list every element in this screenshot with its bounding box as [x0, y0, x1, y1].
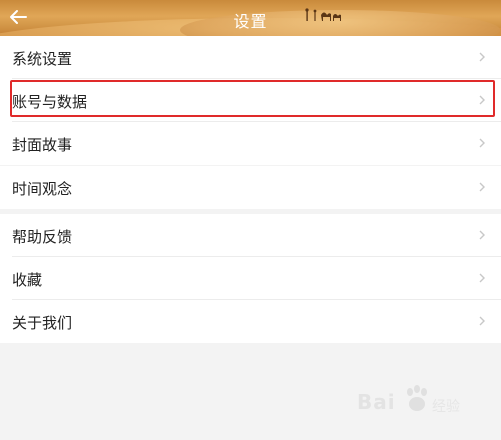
settings-group-2: 时间观念 — [0, 166, 501, 209]
baidu-jingyan-watermark: Bai 经验 — [357, 384, 477, 420]
settings-item-label: 帮助反馈 — [12, 228, 73, 246]
settings-item-label: 系统设置 — [12, 50, 73, 68]
settings-item-label: 关于我们 — [12, 314, 73, 332]
settings-item-label: 收藏 — [12, 271, 43, 289]
page-title: 设置 — [233, 12, 268, 31]
chevron-right-icon — [479, 230, 485, 240]
chevron-right-icon — [479, 316, 485, 326]
watermark-brand: Bai — [357, 390, 396, 414]
settings-item-system-settings[interactable]: 系统设置 — [0, 36, 501, 79]
settings-item-label: 封面故事 — [12, 136, 73, 154]
settings-item-account-and-data[interactable]: 账号与数据 — [0, 79, 501, 122]
settings-group-1: 系统设置 账号与数据 封面故事 — [0, 36, 501, 165]
baidu-paw-icon — [407, 385, 427, 411]
settings-item-favorites[interactable]: 收藏 — [0, 257, 501, 300]
chevron-right-icon — [479, 95, 485, 105]
app-header: 设置 — [0, 0, 501, 36]
settings-item-time-concept[interactable]: 时间观念 — [0, 166, 501, 209]
settings-item-cover-story[interactable]: 封面故事 — [0, 122, 501, 165]
settings-item-about-us[interactable]: 关于我们 — [0, 300, 501, 343]
settings-item-label: 账号与数据 — [12, 93, 88, 111]
chevron-right-icon — [479, 182, 485, 192]
chevron-right-icon — [479, 138, 485, 148]
settings-item-help-feedback[interactable]: 帮助反馈 — [0, 214, 501, 257]
settings-item-label: 时间观念 — [12, 180, 73, 198]
chevron-right-icon — [479, 273, 485, 283]
chevron-right-icon — [479, 52, 485, 62]
settings-group-3: 帮助反馈 收藏 关于我们 — [0, 214, 501, 343]
watermark-suffix: 经验 — [432, 399, 460, 415]
